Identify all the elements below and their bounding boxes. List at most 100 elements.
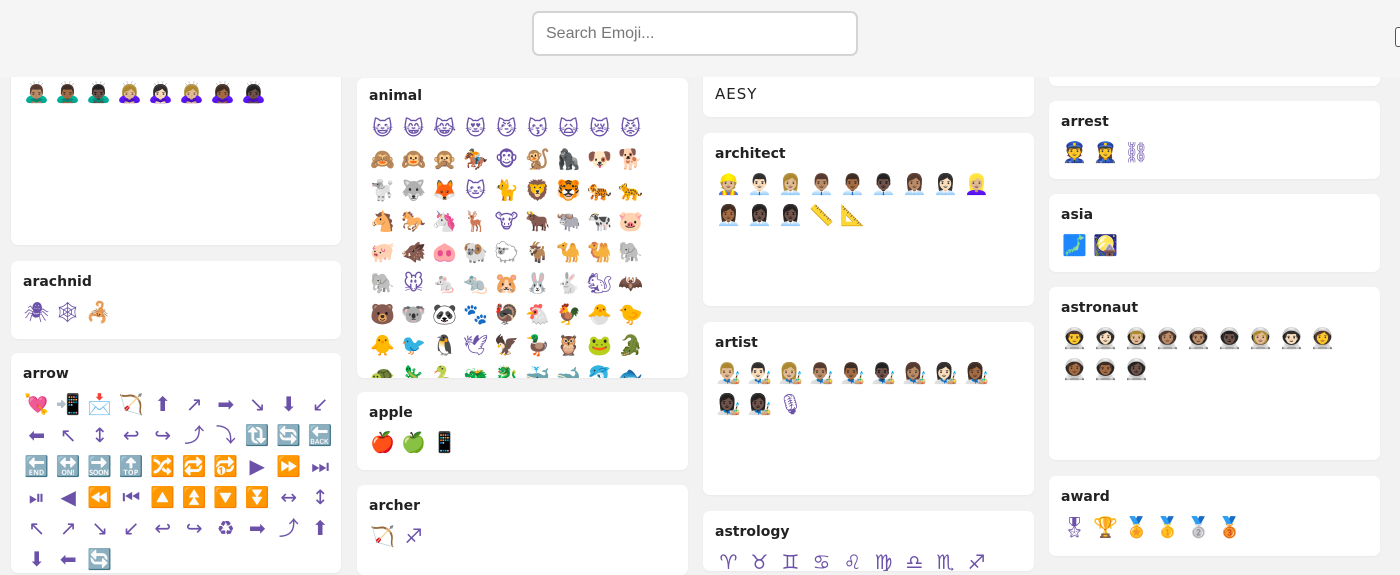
- emoji-button[interactable]: 🦎: [398, 361, 429, 378]
- emoji-button[interactable]: 🕷: [21, 297, 52, 328]
- emoji-button[interactable]: 🦉: [553, 330, 584, 361]
- emoji-button[interactable]: ⏩: [273, 451, 305, 482]
- emoji-button[interactable]: 🦍: [553, 144, 584, 175]
- emoji-button[interactable]: ↪: [147, 420, 179, 451]
- emoji-button[interactable]: 🐸: [584, 330, 615, 361]
- emoji-button[interactable]: 🙈: [367, 144, 398, 175]
- emoji-button[interactable]: 🐽: [429, 237, 460, 268]
- emoji-button[interactable]: 🙊: [429, 144, 460, 175]
- emoji-button[interactable]: 👩🏿‍🚀: [1121, 354, 1152, 385]
- emoji-button[interactable]: 🔼: [147, 482, 179, 513]
- emoji-button[interactable]: 🏹: [367, 521, 398, 552]
- emoji-button[interactable]: ⬅: [53, 544, 85, 573]
- emoji-button[interactable]: ⤴: [273, 513, 305, 544]
- emoji-button[interactable]: 😼: [491, 113, 522, 144]
- emoji-button[interactable]: 🐦: [398, 330, 429, 361]
- emoji-button[interactable]: 🐮: [491, 206, 522, 237]
- emoji-button[interactable]: 🦂: [83, 297, 114, 328]
- emoji-button[interactable]: ♐: [961, 547, 992, 571]
- emoji-button[interactable]: 🐩: [367, 175, 398, 206]
- emoji-button[interactable]: ↘: [242, 389, 274, 420]
- emoji-button[interactable]: ♐: [398, 521, 429, 552]
- emoji-button[interactable]: ↗: [179, 389, 211, 420]
- emoji-button[interactable]: 🐴: [367, 206, 398, 237]
- emoji-button[interactable]: ⬆: [147, 389, 179, 420]
- emoji-button[interactable]: 👩🏿‍🎨: [713, 389, 744, 420]
- emoji-button[interactable]: ♈: [713, 547, 744, 571]
- emoji-button[interactable]: 🐬: [584, 361, 615, 378]
- emoji-button[interactable]: 🏆: [1090, 512, 1121, 543]
- emoji-button[interactable]: 👨🏼‍🚀: [1121, 323, 1152, 354]
- emoji-button[interactable]: 🦊: [429, 175, 460, 206]
- emoji-button[interactable]: 🙇🏻‍♀️: [145, 77, 176, 108]
- emoji-button[interactable]: ⤵: [210, 420, 242, 451]
- emoji-button[interactable]: ↘: [84, 513, 116, 544]
- emoji-button[interactable]: 🔄: [84, 544, 116, 573]
- emoji-button[interactable]: ↩: [147, 513, 179, 544]
- emoji-button[interactable]: 📱: [429, 427, 460, 458]
- emoji-button[interactable]: 🐤: [615, 299, 646, 330]
- emoji-button[interactable]: 🐄: [584, 206, 615, 237]
- emoji-button[interactable]: 🐉: [491, 361, 522, 378]
- emoji-button[interactable]: 👩🏼‍🎨: [775, 358, 806, 389]
- emoji-button[interactable]: ↩: [116, 420, 148, 451]
- emoji-button[interactable]: 🐖: [367, 237, 398, 268]
- emoji-button[interactable]: 👨🏽‍🎨: [806, 358, 837, 389]
- emoji-button[interactable]: 📲: [53, 389, 85, 420]
- emoji-button[interactable]: 🐇: [553, 268, 584, 299]
- emoji-button[interactable]: 🔜: [84, 451, 116, 482]
- emoji-button[interactable]: ♎: [899, 547, 930, 571]
- emoji-button[interactable]: 👩🏿‍🎨: [744, 389, 775, 420]
- emoji-button[interactable]: 🐘: [615, 237, 646, 268]
- emoji-button[interactable]: 🐫: [584, 237, 615, 268]
- emoji-button[interactable]: 🐻: [367, 299, 398, 330]
- emoji-button[interactable]: ♋: [806, 547, 837, 571]
- emoji-button[interactable]: 🐰: [522, 268, 553, 299]
- emoji-button[interactable]: 🐋: [553, 361, 584, 378]
- emoji-button[interactable]: 👨🏾‍🎨: [837, 358, 868, 389]
- emoji-button[interactable]: 🐳: [522, 361, 553, 378]
- emoji-button[interactable]: 👩🏼‍💼: [775, 169, 806, 200]
- emoji-button[interactable]: 🐾: [460, 299, 491, 330]
- emoji-button[interactable]: 🍏: [398, 427, 429, 458]
- emoji-button[interactable]: 🙇🏿‍♂️: [83, 77, 114, 108]
- emoji-button[interactable]: ⏯: [21, 482, 53, 513]
- emoji-button[interactable]: 👨🏻‍💼: [744, 169, 775, 200]
- emoji-button[interactable]: 👨‍🚀: [1059, 323, 1090, 354]
- emoji-button[interactable]: 🐪: [553, 237, 584, 268]
- emoji-button[interactable]: 🐶: [584, 144, 615, 175]
- emoji-button[interactable]: 📐: [837, 200, 868, 231]
- emoji-button[interactable]: 🎙: [775, 389, 806, 420]
- emoji-button[interactable]: ↙: [116, 513, 148, 544]
- emoji-button[interactable]: 🥇: [1152, 512, 1183, 543]
- emoji-button[interactable]: 🐣: [584, 299, 615, 330]
- emoji-button[interactable]: 🦌: [460, 206, 491, 237]
- emoji-button[interactable]: 👩🏼‍🚀: [1245, 323, 1276, 354]
- emoji-button[interactable]: ↖: [21, 513, 53, 544]
- emoji-button[interactable]: 🐼: [429, 299, 460, 330]
- emoji-button[interactable]: 🔽: [210, 482, 242, 513]
- emoji-button[interactable]: 🦅: [491, 330, 522, 361]
- emoji-button[interactable]: ⬆: [305, 513, 337, 544]
- emoji-button[interactable]: 🦇: [615, 268, 646, 299]
- emoji-button[interactable]: 😸: [398, 113, 429, 144]
- emoji-button[interactable]: 🐊: [615, 330, 646, 361]
- emoji-button[interactable]: 🐯: [553, 175, 584, 206]
- emoji-button[interactable]: 🐢: [367, 361, 398, 378]
- emoji-button[interactable]: ⬅: [21, 420, 53, 451]
- emoji-button[interactable]: ⏮: [116, 482, 148, 513]
- emoji-button[interactable]: 👷🏼: [713, 169, 744, 200]
- emoji-button[interactable]: 🐟: [615, 361, 646, 378]
- emoji-button[interactable]: 🙉: [398, 144, 429, 175]
- emoji-button[interactable]: 🐔: [522, 299, 553, 330]
- emoji-button[interactable]: ⤴: [179, 420, 211, 451]
- emoji-button[interactable]: ⏭: [305, 451, 337, 482]
- emoji-button[interactable]: 🎖: [1059, 512, 1090, 543]
- emoji-button[interactable]: 🐈: [491, 175, 522, 206]
- emoji-button[interactable]: 🎑: [1090, 230, 1121, 261]
- emoji-button[interactable]: 👩🏽‍🚀: [1152, 323, 1183, 354]
- emoji-button[interactable]: 🐲: [460, 361, 491, 378]
- emoji-button[interactable]: 🥈: [1183, 512, 1214, 543]
- emoji-button[interactable]: 🔄: [273, 420, 305, 451]
- emoji-button[interactable]: 🔝: [116, 451, 148, 482]
